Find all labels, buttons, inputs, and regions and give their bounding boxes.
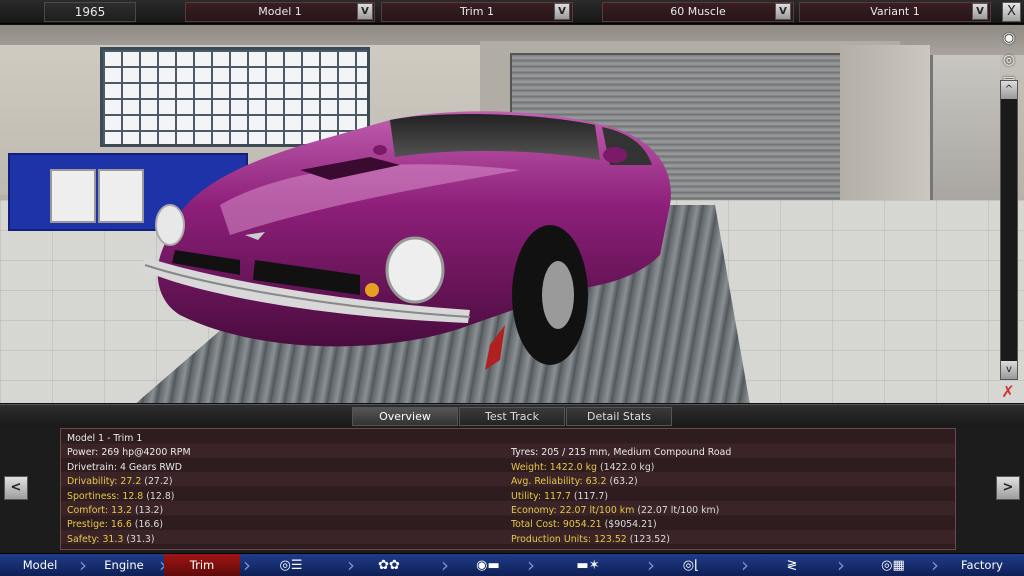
stat-label: Production Units: 123.52 (511, 533, 627, 545)
stat-row: Avg. Reliability: 63.2 (63.2) (511, 475, 731, 489)
stat-value: (1422.0 kg) (599, 461, 655, 473)
close-button[interactable]: X (1002, 2, 1021, 22)
info-area: < > Model 1 - Trim 1 Power: 269 hp@4200 R… (0, 426, 1024, 553)
tab-overview[interactable]: Overview (352, 407, 458, 426)
nav-engine[interactable]: Engine (86, 554, 162, 576)
stat-label: Total Cost: 9054.21 (511, 519, 602, 531)
car-viewport[interactable]: ◉ ◎ ▤ ▬ ▣ ◉ ^ v ✗ (0, 25, 1024, 403)
car-model[interactable] (140, 85, 680, 385)
stat-label: Prestige: 16.6 (67, 519, 132, 531)
stat-label: Drivetrain: 4 Gears RWD (67, 461, 183, 473)
stat-row: Production Units: 123.52 (123.52) (511, 533, 731, 547)
trim-dropdown[interactable]: Trim 1 (381, 2, 573, 22)
stat-label: Tyres: 205 / 215 mm, Medium Compound Roa… (511, 447, 732, 459)
stat-value: (117.7) (573, 490, 609, 502)
model-dropdown-value: Model 1 (258, 5, 302, 18)
variant-dropdown-button[interactable]: V (972, 3, 988, 20)
stat-row: Weight: 1422.0 kg (1422.0 kg) (511, 461, 731, 475)
stats-right-column: Tyres: 205 / 215 mm, Medium Compound Roa… (511, 432, 731, 547)
bottom-navigation: Model › Engine › Trim › ◎☰ › ✿✿ › ◉▬ › ▬… (0, 553, 1024, 576)
stat-row: Model 1 - Trim 1 (67, 432, 191, 446)
stat-row: Drivetrain: 4 Gears RWD (67, 461, 191, 475)
tab-detail-stats[interactable]: Detail Stats (566, 407, 672, 426)
trim-dropdown-button[interactable]: V (554, 3, 570, 20)
stat-label: Sportiness: 12.8 (67, 490, 144, 502)
model-dropdown-button[interactable]: V (357, 3, 373, 20)
body-icon[interactable]: ◉▬ (460, 554, 516, 576)
car-icon[interactable]: ▬✶ (548, 554, 628, 576)
test-drive-icon[interactable]: ◎▦ (868, 554, 918, 576)
variant-dropdown-value: Variant 1 (870, 5, 920, 18)
tab-test-track[interactable]: Test Track (459, 407, 565, 426)
next-button[interactable]: > (996, 476, 1020, 500)
camera-icon[interactable]: ◉ (998, 29, 1020, 47)
chassis-icon[interactable]: ◎☰ (268, 554, 314, 576)
stat-row: Total Cost: 9054.21 ($9054.21) (511, 518, 731, 532)
stat-row: Prestige: 16.6 (16.6) (67, 518, 191, 532)
stat-row: Tyres: 205 / 215 mm, Medium Compound Roa… (511, 446, 731, 460)
stat-value: (123.52) (629, 533, 670, 545)
stat-row: Utility: 117.7 (117.7) (511, 490, 731, 504)
stat-value: (27.2) (144, 476, 173, 488)
stat-label: Model 1 - Trim 1 (67, 433, 143, 444)
stat-row: Sportiness: 12.8 (12.8) (67, 490, 191, 504)
body-dropdown-value: 60 Muscle (670, 5, 726, 18)
year-field[interactable]: 1965 (44, 2, 136, 22)
stat-row: Drivability: 27.2 (27.2) (67, 475, 191, 489)
body-dropdown[interactable]: 60 Muscle (602, 2, 794, 22)
stat-label: Drivability: 27.2 (67, 476, 142, 488)
suspension-icon[interactable]: ≷ (772, 554, 812, 576)
steering-icon[interactable]: ◎⌊ (668, 554, 714, 576)
stat-row: Economy: 22.07 lt/100 km (22.07 lt/100 k… (511, 504, 731, 518)
variant-dropdown[interactable]: Variant 1 (799, 2, 991, 22)
stat-value: (31.3) (126, 533, 155, 545)
body-dropdown-button[interactable]: V (775, 3, 791, 20)
stat-label: Economy: 22.07 lt/100 km (511, 504, 635, 516)
scroll-up-button[interactable]: ^ (1001, 81, 1017, 99)
stat-label: Power: 269 hp@4200 RPM (67, 447, 191, 459)
stat-row: Comfort: 13.2 (13.2) (67, 504, 191, 518)
stat-label: Utility: 117.7 (511, 490, 571, 502)
stat-row (511, 432, 731, 446)
previous-button[interactable]: < (4, 476, 28, 500)
stat-value: (22.07 lt/100 km) (637, 504, 720, 516)
model-dropdown[interactable]: Model 1 (185, 2, 375, 22)
reset-view-icon[interactable]: ✗ (998, 383, 1018, 401)
trim-dropdown-value: Trim 1 (460, 5, 494, 18)
stat-row: Power: 269 hp@4200 RPM (67, 446, 191, 460)
stats-left-column: Model 1 - Trim 1 Power: 269 hp@4200 RPM Dr… (67, 432, 191, 547)
stat-row: Safety: 31.3 (31.3) (67, 533, 191, 547)
top-bar: 1965 Model 1 V Trim 1 V 60 Muscle V Vari… (0, 0, 1024, 24)
scroll-down-button[interactable]: v (1001, 361, 1017, 379)
stat-value: (63.2) (609, 476, 638, 488)
stat-label: Safety: 31.3 (67, 533, 124, 545)
wheels-icon[interactable]: ✿✿ (366, 554, 412, 576)
stat-value: (12.8) (146, 490, 175, 502)
stat-value: ($9054.21) (604, 519, 657, 531)
stat-label: Weight: 1422.0 kg (511, 461, 597, 473)
nav-factory[interactable]: Factory (940, 554, 1024, 576)
zoom-scrollbar[interactable]: ^ v (1000, 80, 1018, 380)
stat-value: (16.6) (134, 519, 163, 531)
stat-value: (13.2) (134, 504, 164, 516)
nav-model[interactable]: Model (0, 554, 80, 576)
nav-trim[interactable]: Trim (164, 554, 240, 576)
stat-label: Avg. Reliability: 63.2 (511, 476, 607, 488)
info-tabs: Overview Test Track Detail Stats (0, 404, 1024, 426)
garage-far-window (930, 55, 1000, 215)
stat-label: Comfort: 13.2 (67, 504, 132, 516)
eye-icon[interactable]: ◎ (998, 51, 1020, 69)
overview-stats-panel: Model 1 - Trim 1 Power: 269 hp@4200 RPM Dr… (60, 428, 956, 550)
